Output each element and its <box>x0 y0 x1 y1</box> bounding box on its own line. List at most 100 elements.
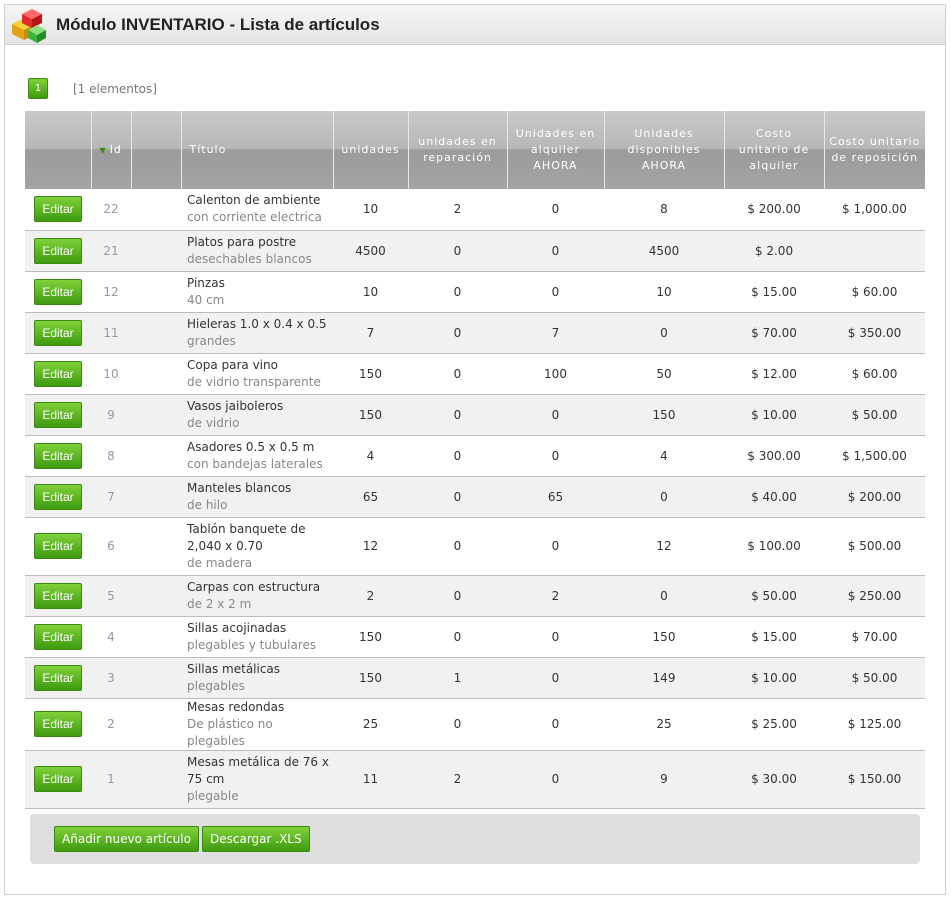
row-id: 11 <box>91 312 131 354</box>
row-title-cell: Sillas acojinadas plegables y tubulares <box>181 616 333 658</box>
row-blank-cell <box>131 616 181 658</box>
column-header-alquiler[interactable]: Unidades en alquiler AHORA <box>507 111 605 189</box>
item-title: Manteles blancos <box>187 480 292 495</box>
edit-button[interactable]: Editar <box>34 278 82 305</box>
row-alquiler: 0 <box>507 271 604 313</box>
row-title-cell: Pinzas 40 cm <box>181 271 333 313</box>
row-disponibles: 25 <box>604 698 724 751</box>
column-header-reparacion[interactable]: unidades en reparación <box>408 111 508 189</box>
title-bar: Módulo INVENTARIO - Lista de artículos <box>5 5 945 45</box>
row-actions-cell: Editar <box>25 698 91 751</box>
row-unidades: 150 <box>333 394 408 436</box>
add-item-button[interactable]: Añadir nuevo artículo <box>54 826 199 852</box>
edit-button[interactable]: Editar <box>34 664 82 691</box>
edit-button[interactable]: Editar <box>34 711 82 737</box>
table-row: Editar 6 Tablón banquete de 2,040 x 0.70 de… <box>25 517 925 576</box>
row-id: 1 <box>91 750 131 809</box>
item-title: Mesas redondas <box>187 699 285 714</box>
row-alquiler: 0 <box>507 698 604 751</box>
item-subtitle: plegables <box>187 678 245 693</box>
item-title: Asadores 0.5 x 0.5 m <box>187 439 315 454</box>
column-header-titulo[interactable]: Título <box>181 111 334 189</box>
table-row: Editar 22 Calenton de ambiente con corrient… <box>25 189 925 231</box>
sort-descending-icon: ▼ <box>99 145 107 155</box>
element-count: [1 elementos] <box>73 82 157 96</box>
row-alquiler: 7 <box>507 312 604 354</box>
row-costo-alquiler: $ 300.00 <box>724 435 824 477</box>
row-actions-cell: Editar <box>25 750 91 809</box>
item-title: Copa para vino <box>187 357 278 372</box>
edit-button[interactable]: Editar <box>34 442 82 469</box>
item-subtitle: de vidrio transparente <box>187 374 321 389</box>
table-row: Editar 3 Sillas metálicas plegables 150 1 0 149… <box>25 657 925 699</box>
column-header-costo-reposicion[interactable]: Costo unitario de reposición <box>824 111 925 189</box>
edit-button[interactable]: Editar <box>34 582 82 609</box>
edit-button[interactable]: Editar <box>34 319 82 346</box>
edit-button[interactable]: Editar <box>34 360 82 387</box>
row-unidades: 65 <box>333 476 408 518</box>
item-subtitle: grandes <box>187 333 236 348</box>
row-unidades: 10 <box>333 271 408 313</box>
row-actions-cell: Editar <box>25 230 91 272</box>
row-reparacion: 2 <box>408 189 507 231</box>
column-header-costo-alquiler[interactable]: Costo unitario de alquiler <box>724 111 825 189</box>
column-header-blank <box>131 111 182 189</box>
column-header-unidades[interactable]: unidades <box>333 111 409 189</box>
row-title-cell: Sillas metálicas plegables <box>181 657 333 699</box>
row-title-cell: Calenton de ambiente con corriente electr… <box>181 189 333 231</box>
item-title: Carpas con estructura <box>187 579 321 594</box>
column-header-id[interactable]: ▼ Id <box>91 111 132 189</box>
table-row: Editar 1 Mesas metálica de 76 x 75 cm plega… <box>25 750 925 809</box>
download-xls-button[interactable]: Descargar .XLS <box>202 826 310 852</box>
row-disponibles: 4500 <box>604 230 724 272</box>
row-unidades: 25 <box>333 698 408 751</box>
row-reparacion: 2 <box>408 750 507 809</box>
edit-button[interactable]: Editar <box>34 196 82 223</box>
row-blank-cell <box>131 476 181 518</box>
footer-action-bar: Añadir nuevo artículo Descargar .XLS <box>30 814 920 864</box>
row-costo-alquiler: $ 100.00 <box>724 517 824 576</box>
item-title: Sillas metálicas <box>187 661 281 676</box>
row-actions-cell: Editar <box>25 353 91 395</box>
row-alquiler: 0 <box>507 616 604 658</box>
edit-button[interactable]: Editar <box>34 533 82 559</box>
row-costo-alquiler: $ 25.00 <box>724 698 824 751</box>
row-blank-cell <box>131 312 181 354</box>
item-title: Pinzas <box>187 275 225 290</box>
row-disponibles: 8 <box>604 189 724 231</box>
table-body: Editar 2 2 Calenton de ambiente con corrient… <box>25 189 925 809</box>
item-subtitle: con corriente electrica <box>187 210 322 225</box>
row-disponibles: 0 <box>604 476 724 518</box>
row-costo-alquiler: $ 40.00 <box>724 476 824 518</box>
row-unidades: 150 <box>333 353 408 395</box>
inventory-boxes-icon <box>12 9 46 43</box>
item-subtitle: desechables blancos <box>187 251 312 266</box>
row-id: 9 <box>91 394 131 436</box>
row-costo-reposicion: $ 1,500.00 <box>824 435 925 477</box>
edit-button[interactable]: Editar <box>34 766 82 792</box>
row-title-cell: Vasos jaiboleros de vidrio <box>181 394 333 436</box>
row-costo-reposicion: $ 500.00 <box>824 517 925 576</box>
row-alquiler: 0 <box>507 394 604 436</box>
row-costo-alquiler: $ 10.00 <box>724 657 824 699</box>
table-row: Editar 5 Carpas con estructura de 2 x 2 m20… <box>25 575 925 617</box>
edit-button[interactable]: Editar <box>34 623 82 650</box>
row-reparacion: 0 <box>408 271 507 313</box>
row-alquiler: 100 <box>507 353 604 395</box>
row-alquiler: 0 <box>507 657 604 699</box>
row-actions-cell: Editar <box>25 435 91 477</box>
row-title-cell: Asadores 0.5 x 0.5 m con bandejas lateral… <box>181 435 333 477</box>
item-subtitle: 40 cm <box>187 292 225 307</box>
row-alquiler: 65 <box>507 476 604 518</box>
column-header-disponibles[interactable]: Unidades disponibles AHORA <box>604 111 725 189</box>
edit-button[interactable]: Editar <box>34 237 82 264</box>
pagination-page-button[interactable]: 1 <box>28 78 48 99</box>
row-blank-cell <box>131 517 181 576</box>
edit-button[interactable]: Editar <box>34 483 82 510</box>
row-title-cell: Manteles blancos de hilo <box>181 476 333 518</box>
row-costo-alquiler: $ 70.00 <box>724 312 824 354</box>
row-costo-reposicion: $ 150.00 <box>824 750 925 809</box>
edit-button[interactable]: Editar <box>34 401 82 428</box>
row-reparacion: 0 <box>408 698 507 751</box>
row-reparacion: 0 <box>408 230 507 272</box>
